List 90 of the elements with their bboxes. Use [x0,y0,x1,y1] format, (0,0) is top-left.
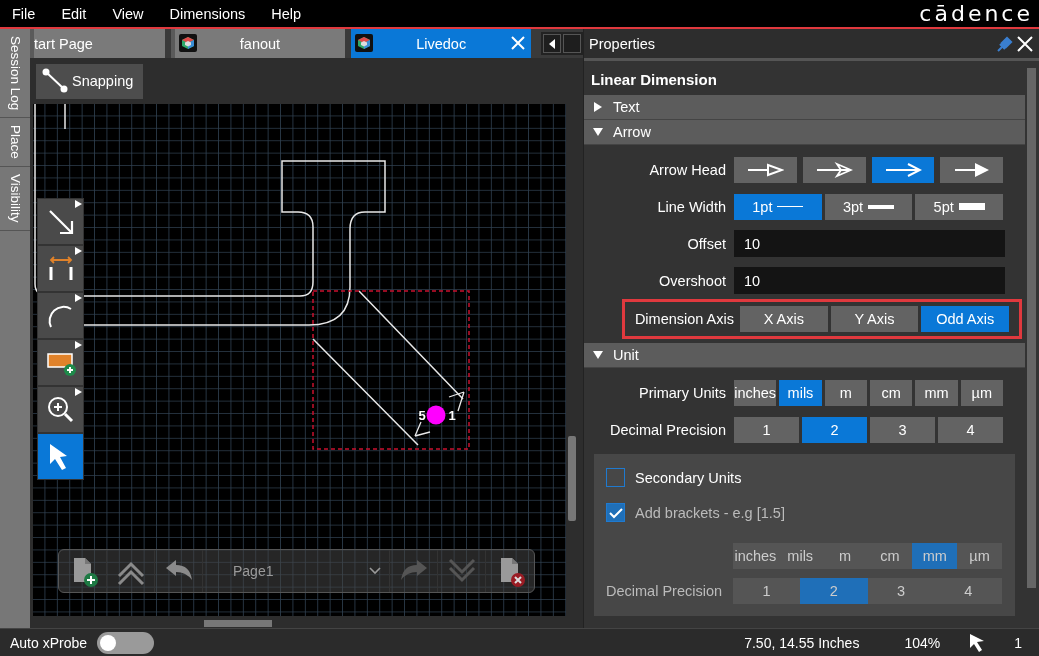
checkmark-icon [608,506,623,519]
scroll-thumb[interactable] [1027,68,1036,588]
checkbox-label: Secondary Units [635,469,742,486]
menu-item[interactable]: View [112,5,144,22]
input-field[interactable]: 10 [734,230,1005,257]
tool-button[interactable] [37,339,84,386]
expand-triangle-icon [75,341,82,349]
field-label: Decimal Precision [606,582,724,599]
field-label: Primary Units [638,384,727,401]
option-button[interactable]: inches [734,379,777,406]
toggle-switch[interactable] [97,631,155,654]
close-icon[interactable] [1017,35,1033,52]
triangle-down-icon [593,127,603,137]
document-tab[interactable]: fanout [170,29,346,58]
option-button[interactable]: mils [779,379,822,406]
expand-triangle-icon [75,247,82,255]
dimension-label: 5 [418,408,426,423]
page-dropdown[interactable]: Page1 [203,550,390,592]
option-button[interactable] [871,156,935,183]
panel-heading: Linear Dimension [590,70,718,90]
triangle-left-icon [548,38,556,49]
menu-item[interactable]: File [12,5,36,22]
tool-button[interactable] [37,386,84,433]
option-button[interactable]: Y Axis [830,306,919,332]
option-button[interactable] [802,156,866,183]
menu-item[interactable]: Edit [61,5,87,22]
option-button[interactable]: 4 [938,416,1003,443]
triangle-right-icon [593,102,603,112]
document-tab[interactable]: tart Page [30,29,165,58]
cube-icon [178,34,197,52]
cube-icon [355,34,374,52]
option-button[interactable]: µm [960,379,1003,406]
zoom-level: 104% [904,634,941,651]
selection-count: 1 [1014,634,1022,651]
chevron-down-icon [369,567,381,575]
line-weight-icon [958,203,985,210]
scroll-thumb[interactable] [568,436,576,521]
option-button[interactable] [734,156,797,183]
option-button[interactable]: mm [915,379,958,406]
tool-button[interactable] [37,292,84,339]
menu-item[interactable]: Help [271,5,302,22]
checkbox-label: Add brackets - e.g [1.5] [635,504,785,521]
section-header[interactable]: Text [584,95,1025,120]
option-button[interactable]: cm [870,379,913,406]
line-weight-icon [777,206,804,207]
field-label: Dimension Axis [633,311,735,327]
line-weight-icon [868,204,895,209]
field-label: Overshoot [658,272,727,289]
barbed-arrow-icon [815,161,854,178]
option-button[interactable]: 5pt [915,193,1003,220]
hollow-arrow-icon [746,161,785,178]
drag-handle[interactable] [426,405,446,425]
open-arrow-icon [883,161,922,178]
brand-logo: cādence [919,1,1033,26]
toggle-label: Auto xProbe [10,634,88,651]
snap-icon [42,68,70,94]
option-button[interactable]: X Axis [740,306,828,332]
document-tab[interactable]: Livedoc [351,29,531,58]
option-button[interactable]: 1 [734,416,799,443]
menu-item[interactable]: Dimensions [169,5,246,22]
checkbox[interactable] [606,468,625,487]
expand-triangle-icon [75,388,82,396]
option-button[interactable]: 3 [870,416,935,443]
field-label: Arrow Head [648,161,727,178]
filled-arrow-icon [952,161,991,178]
tool-button[interactable] [37,433,84,480]
option-button[interactable]: 1pt [734,193,822,220]
option-button[interactable]: Odd Axis [921,306,1009,332]
triangle-down-icon [593,350,603,360]
expand-triangle-icon [75,200,82,208]
option-button[interactable]: 2 [802,416,867,443]
scroll-thumb[interactable] [204,620,272,627]
input-field[interactable]: 10 [734,267,1005,294]
pin-icon[interactable] [995,34,1013,53]
panel-title: Properties [589,35,657,52]
field-label: Decimal Precision [608,421,727,438]
option-button[interactable]: 3pt [824,193,913,220]
expand-triangle-icon [75,294,82,302]
option-button[interactable] [940,156,1003,183]
section-header[interactable]: Unit [584,343,1025,368]
dimension-label: 1 [448,408,456,423]
tool-button[interactable] [37,245,84,292]
scroll-left-button[interactable] [543,34,561,53]
field-label: Offset [686,235,727,252]
snapping-button[interactable]: Snapping [36,63,144,99]
tool-button[interactable] [37,198,84,245]
coordinates-readout: 7.50, 14.55 Inches [744,634,860,651]
option-button[interactable]: m [824,379,867,406]
field-label: Line Width [656,198,727,215]
section-header[interactable]: Arrow [584,120,1025,145]
